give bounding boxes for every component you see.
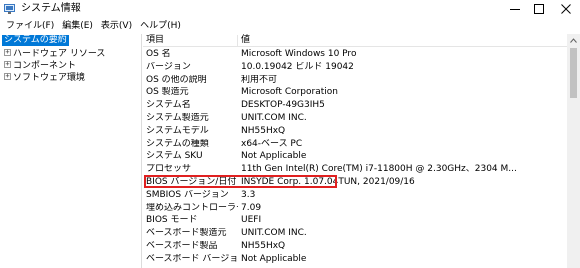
- row-item-cell: OS 製造元: [146, 87, 189, 98]
- row-value-cell: x64-ベース PC: [241, 138, 303, 149]
- table-row[interactable]: システムモデル NH55HxQ: [143, 125, 567, 138]
- title-bar: システム情報: [0, 0, 580, 18]
- table-row[interactable]: BIOS バージョン/日付 INSYDE Corp. 1.07.04TUN, 20…: [143, 176, 567, 189]
- row-item-cell: SMBIOS バージョン: [146, 189, 229, 200]
- column-header-item[interactable]: 項目: [146, 35, 164, 46]
- table-row[interactable]: OS 名 Microsoft Windows 10 Pro: [143, 48, 567, 61]
- row-value-cell: NH55HxQ: [241, 125, 286, 136]
- tree-item-components[interactable]: + コンポーネント: [4, 59, 76, 71]
- row-value-cell: NH55HxQ: [241, 241, 286, 251]
- list-header: 項目 値: [143, 34, 567, 47]
- row-value-cell: Not Applicable: [241, 253, 307, 264]
- table-row[interactable]: システム製造元 UNIT.COM INC.: [143, 112, 567, 125]
- category-tree: システムの要約 + ハードウェア リソース + コンポーネント + ソフトウェア…: [0, 34, 142, 268]
- table-row[interactable]: システム SKU Not Applicable: [143, 150, 567, 163]
- table-row[interactable]: システムの種類 x64-ベース PC: [143, 138, 567, 151]
- menu-file[interactable]: ファイル(F): [3, 20, 57, 32]
- menu-view[interactable]: 表示(V): [98, 20, 135, 32]
- scroll-thumb[interactable]: [570, 48, 577, 98]
- row-item-cell: 埋め込みコントローラーのバ...: [146, 202, 238, 213]
- system-information-icon: [4, 4, 15, 14]
- row-value-cell: 7.09: [241, 202, 262, 213]
- window-title: システム情報: [21, 3, 81, 14]
- tree-item-software-environment[interactable]: + ソフトウェア環境: [4, 71, 86, 83]
- row-item-cell: バージョン: [146, 61, 191, 72]
- scroll-up-button[interactable]: [567, 34, 580, 47]
- menu-help[interactable]: ヘルプ(H): [137, 20, 184, 32]
- close-icon: [561, 4, 571, 14]
- maximize-icon: [534, 4, 544, 14]
- menu-edit[interactable]: 編集(E): [59, 20, 96, 32]
- row-item-cell: システム名: [146, 100, 191, 111]
- row-item-cell: システム SKU: [146, 151, 203, 162]
- row-item-cell: OS 名: [146, 49, 171, 59]
- expand-plus-icon[interactable]: +: [4, 61, 11, 68]
- table-row[interactable]: ベースボード バージョン Not Applicable: [143, 253, 567, 266]
- expand-plus-icon[interactable]: +: [4, 73, 11, 80]
- menu-bar: ファイル(F) 編集(E) 表示(V) ヘルプ(H): [0, 18, 580, 34]
- row-item-cell: プロセッサ: [146, 164, 192, 175]
- row-value-cell: UNIT.COM INC.: [241, 228, 307, 239]
- column-header-value[interactable]: 値: [241, 35, 250, 46]
- row-value-cell: Not Applicable: [241, 151, 307, 162]
- row-value-cell: 10.0.19042 ビルド 19042: [241, 61, 354, 72]
- vertical-scrollbar[interactable]: [567, 34, 580, 268]
- row-value-cell: Microsoft Corporation: [241, 87, 338, 98]
- row-item-cell: OS の他の説明: [146, 74, 207, 85]
- column-divider[interactable]: [237, 35, 238, 46]
- row-item-cell: BIOS モード: [146, 215, 198, 226]
- row-value-cell: UEFI: [241, 215, 262, 226]
- row-value-cell: DESKTOP-49G3IH5: [241, 100, 325, 111]
- row-value-cell: 11th Gen Intel(R) Core(TM) i7-11800H @ 2…: [241, 164, 517, 175]
- minimize-icon: [510, 4, 520, 14]
- table-row[interactable]: OS の他の説明 利用不可: [143, 74, 567, 87]
- table-row[interactable]: 埋め込みコントローラーのバ...7.09: [143, 202, 567, 215]
- row-item-cell: システムの種類: [146, 138, 209, 149]
- table-row[interactable]: SMBIOS バージョン 3.3: [143, 189, 567, 202]
- row-item-cell: ベースボード バージョン: [146, 253, 238, 264]
- tree-item-label: ソフトウェア環境: [13, 73, 86, 83]
- row-value-cell: 利用不可: [241, 74, 278, 85]
- table-row[interactable]: BIOS モード UEFI: [143, 214, 567, 227]
- table-row[interactable]: ベースボード製造元 UNIT.COM INC.: [143, 227, 567, 240]
- tree-item-system-summary[interactable]: システムの要約: [2, 35, 69, 46]
- row-item-cell: ベースボード製造元: [146, 228, 227, 239]
- row-item-cell: ベースボード製品: [146, 241, 218, 251]
- close-button[interactable]: [548, 0, 580, 18]
- row-value-cell: UNIT.COM INC.: [241, 113, 307, 123]
- row-item-cell: BIOS バージョン/日付: [146, 177, 237, 187]
- table-row[interactable]: バージョン 10.0.19042 ビルド 19042: [143, 61, 567, 74]
- chevron-up-icon: [570, 35, 577, 46]
- row-value-cell: Microsoft Windows 10 Pro: [241, 49, 357, 59]
- table-row[interactable]: プロセッサ 11th Gen Intel(R) Core(TM) i7-11800…: [143, 163, 567, 176]
- table-row[interactable]: システム名 DESKTOP-49G3IH5: [143, 99, 567, 112]
- row-value-cell: 3.3: [241, 189, 256, 200]
- details-list: 項目 値 OS 名 Microsoft Windows 10 Pro バージョン 10…: [143, 34, 567, 268]
- tree-item-hardware-resources[interactable]: + ハードウェア リソース: [4, 47, 105, 59]
- table-row[interactable]: OS 製造元 Microsoft Corporation: [143, 86, 567, 99]
- row-item-cell: システムモデル: [146, 125, 209, 136]
- expand-plus-icon[interactable]: +: [4, 49, 11, 56]
- table-row[interactable]: ベースボード製品 NH55HxQ: [143, 240, 567, 253]
- row-value-cell: INSYDE Corp. 1.07.04TUN, 2021/09/16: [241, 177, 415, 187]
- row-item-cell: システム製造元: [146, 113, 209, 123]
